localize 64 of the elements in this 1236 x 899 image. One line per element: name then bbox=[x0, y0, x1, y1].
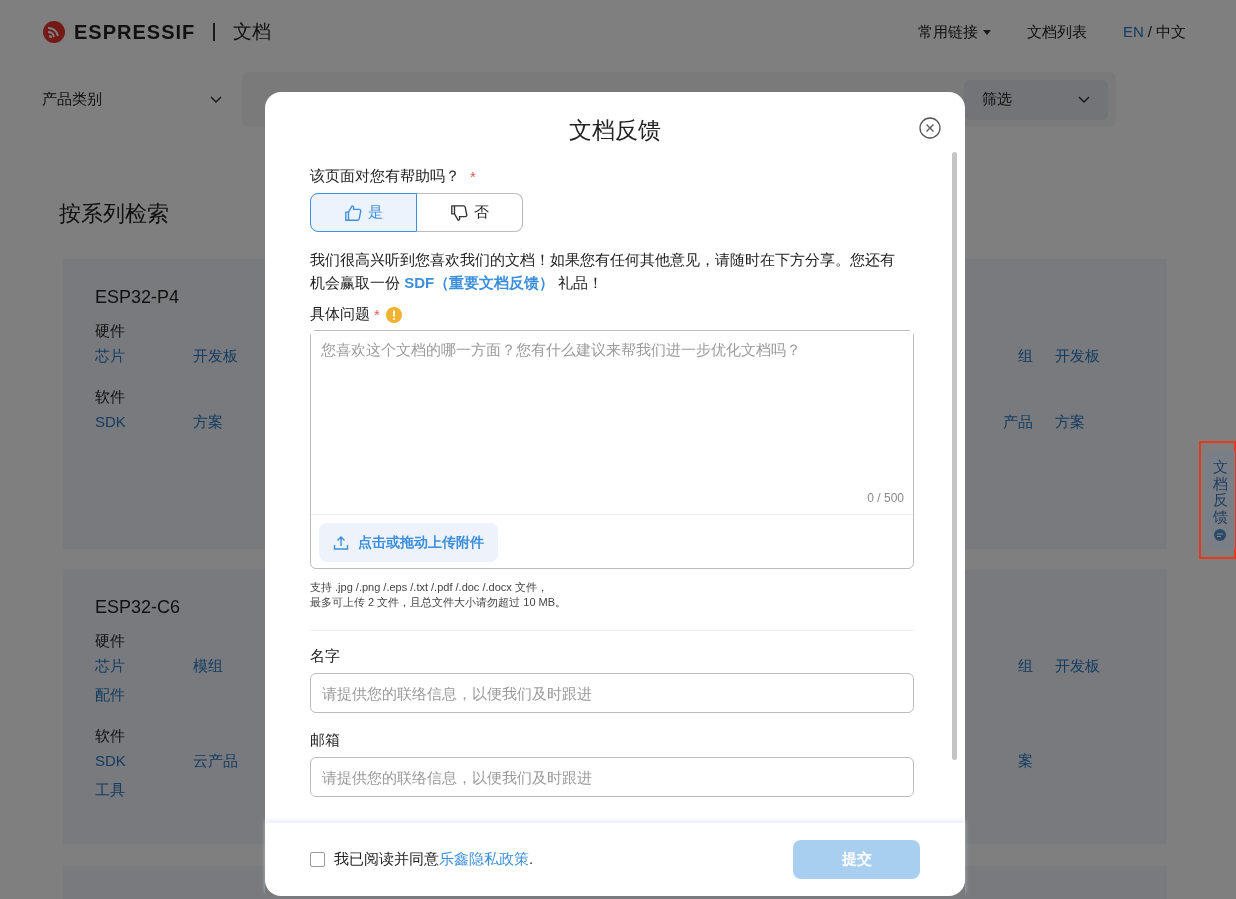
upload-hint: 支持 .jpg /.png /.eps /.txt /.pdf /.doc /.docx 文件， bbox=[310, 580, 549, 595]
group-label: 硬件 bbox=[95, 632, 125, 651]
logo-icon bbox=[42, 20, 66, 44]
series-title: ESP32-P4 bbox=[95, 287, 180, 308]
character-counter: 0 / 500 bbox=[867, 491, 904, 505]
language-separator: / bbox=[1147, 22, 1152, 42]
brand-name[interactable]: ESPRESSIF bbox=[74, 20, 196, 44]
chevron-down-icon bbox=[1078, 95, 1090, 104]
field-label: 名字 bbox=[310, 647, 341, 666]
dialog-title: 文档反馈 bbox=[569, 116, 661, 145]
upload-button[interactable]: 点击或拖动上传附件 bbox=[319, 523, 498, 562]
feedback-tab[interactable]: 文档反馈 bbox=[1205, 451, 1235, 549]
section-heading: 按系列检索 bbox=[59, 200, 169, 228]
chat-icon bbox=[1214, 529, 1226, 541]
close-icon[interactable] bbox=[919, 117, 941, 139]
group-label: 软件 bbox=[95, 727, 125, 746]
thumbs-down-icon bbox=[450, 203, 468, 222]
category-link[interactable]: 案 bbox=[1018, 752, 1033, 800]
category-link[interactable]: 组 bbox=[1018, 347, 1033, 366]
field-label: 邮箱 bbox=[310, 731, 341, 750]
category-link[interactable]: SDK bbox=[95, 413, 126, 432]
choice-button[interactable]: 是 bbox=[310, 193, 417, 232]
details-field[interactable]: 您喜欢这个文档的哪一方面？您有什么建议来帮我们进一步优化文档吗？ 0 / 500 点击或拖动上传附件 bbox=[310, 330, 914, 569]
consent-checkbox[interactable] bbox=[310, 852, 325, 867]
series-title: ESP32-C6 bbox=[95, 597, 181, 618]
section-title: 文档 bbox=[233, 20, 272, 44]
category-link[interactable]: 配件 bbox=[95, 686, 125, 705]
category-link[interactable]: 开发板 bbox=[1055, 347, 1100, 366]
group-label: 软件 bbox=[95, 388, 125, 407]
choice-button[interactable]: 否 bbox=[417, 193, 523, 232]
category-link[interactable]: SDK bbox=[95, 752, 126, 771]
category-link[interactable]: 模组 bbox=[193, 657, 223, 676]
category-link[interactable]: 方案 bbox=[1055, 413, 1085, 432]
consent-text: 我已阅读并同意乐鑫隐私政策. bbox=[334, 850, 535, 869]
category-link[interactable]: 产品 bbox=[1003, 413, 1033, 432]
category-link[interactable]: 开发板 bbox=[193, 347, 238, 366]
category-link[interactable]: 芯片 bbox=[95, 657, 125, 676]
details-label: 具体问题 bbox=[310, 305, 370, 324]
category-link[interactable]: 云产品 bbox=[193, 752, 238, 771]
upload-icon bbox=[333, 534, 349, 551]
thumbs-up-icon bbox=[344, 203, 362, 222]
upload-hint: 最多可上传 2 文件，且总文件大小请勿超过 10 MB。 bbox=[310, 595, 568, 610]
input-field[interactable]: 请提供您的联络信息，以便我们及时跟进 bbox=[310, 673, 914, 713]
category-link[interactable]: 开发板 bbox=[1055, 657, 1100, 705]
category-link[interactable]: 方案 bbox=[193, 413, 223, 432]
scrollbar[interactable] bbox=[952, 152, 957, 760]
language-link[interactable]: EN bbox=[1123, 22, 1144, 42]
group-label: 硬件 bbox=[95, 322, 125, 341]
category-link[interactable]: 芯片 bbox=[95, 347, 125, 366]
privacy-policy-link[interactable]: 乐鑫隐私政策 bbox=[439, 850, 529, 867]
required-mark: * bbox=[470, 168, 476, 185]
input-field[interactable]: 请提供您的联络信息，以便我们及时跟进 bbox=[310, 757, 914, 797]
sdf-link[interactable]: SDF（重要文档反馈） bbox=[404, 274, 555, 291]
language-link[interactable]: 中文 bbox=[1156, 22, 1186, 42]
required-mark: * bbox=[374, 306, 380, 323]
category-link[interactable]: 工具 bbox=[95, 781, 125, 800]
category-link[interactable]: 组 bbox=[1018, 657, 1033, 705]
nav-link[interactable]: 文档列表 bbox=[1027, 22, 1087, 42]
nav-link[interactable]: 常用链接 bbox=[918, 22, 991, 42]
filter-dropdown[interactable]: 筛选 bbox=[964, 79, 1108, 120]
chevron-down-icon bbox=[210, 95, 222, 104]
thank-you-message: 我们很高兴听到您喜欢我们的文档！如果您有任何其他意见，请随时在下方分享。您还有机会赢取一份 SDF（重要文档反馈） 礼品！ bbox=[310, 250, 896, 293]
product-category-dropdown[interactable]: 产品类别 bbox=[42, 90, 222, 109]
question-label: 该页面对您有帮助吗？ bbox=[310, 167, 460, 186]
